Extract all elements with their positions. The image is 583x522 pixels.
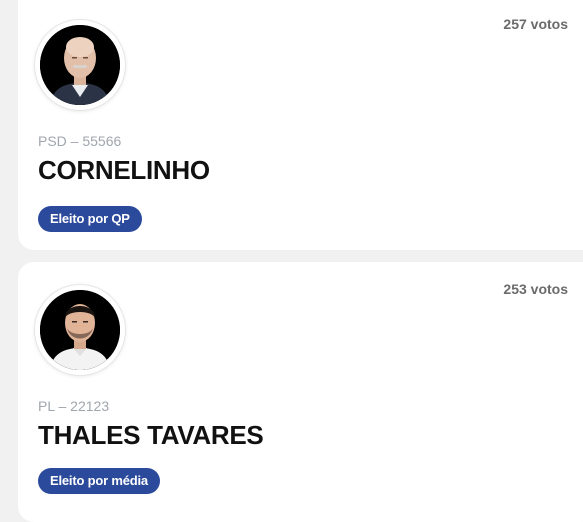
candidate-name: THALES TAVARES <box>38 420 264 450</box>
candidate-photo <box>40 290 120 370</box>
candidate-avatar <box>35 285 125 375</box>
candidate-card[interactable]: 253 votos PL – 22123 THALES TAVARES Elei… <box>18 262 583 522</box>
vote-count: 253 votos <box>503 281 568 297</box>
party-number: PL – 22123 <box>38 398 110 414</box>
candidate-name: CORNELINHO <box>38 155 210 185</box>
candidate-photo <box>40 25 120 105</box>
candidate-avatar <box>35 20 125 110</box>
party-number: PSD – 55566 <box>38 133 122 149</box>
election-status-badge: Eleito por média <box>38 468 160 494</box>
election-status-badge: Eleito por QP <box>38 206 142 232</box>
candidate-card[interactable]: 257 votos PSD – 55566 CORNELINHO Eleito … <box>18 0 583 250</box>
vote-count: 257 votos <box>503 16 568 32</box>
